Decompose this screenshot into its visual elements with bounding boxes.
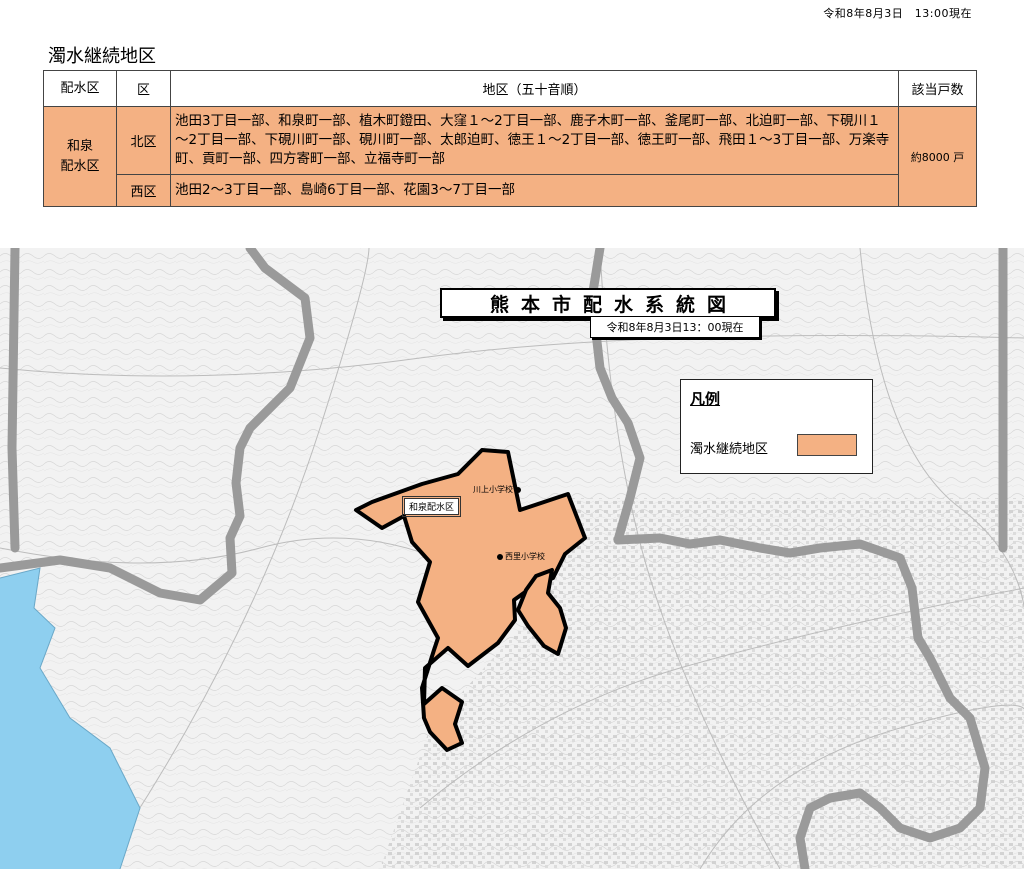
header-districts: 地区（五十音順） — [170, 70, 899, 107]
table-header-row: 配水区 区 地区（五十音順） 該当戸数 — [43, 70, 977, 107]
area-name-line1: 和泉 — [66, 138, 93, 154]
table-row: 和泉 配水区 北区 池田3丁目一部、和泉町一部、植木町鐙田、大窪１～2丁目一部、… — [43, 106, 977, 207]
district-label: 和泉配水区 — [401, 496, 462, 517]
legend-title: 凡例 — [690, 390, 721, 408]
school-name: 川上小学校 — [473, 485, 513, 494]
area-name-line2: 配水区 — [60, 158, 100, 174]
report-date: 令和8年8月3日 13:00現在 — [823, 7, 972, 20]
distribution-map[interactable]: 熊本市配水系統図 令和8年8月3日13：00現在 凡例 濁水継続地区 和泉配水区… — [0, 248, 1024, 869]
legend-swatch — [797, 434, 857, 456]
school-dot-icon — [497, 553, 503, 560]
school-name: 西里小学校 — [505, 552, 545, 561]
header-ward: 区 — [116, 70, 171, 107]
school-marker: 西里小学校 — [497, 551, 545, 562]
household-count-cell: 約8000 戸 — [898, 106, 977, 207]
table-row: 西区 池田2～3丁目一部、島崎6丁目一部、花園3～7丁目一部 — [44, 174, 977, 207]
section-title: 濁水継続地区 — [48, 46, 156, 67]
ward-cell: 西区 — [116, 174, 171, 207]
header-area: 配水区 — [43, 70, 117, 107]
map-title: 熊本市配水系統図 — [440, 288, 776, 318]
header-households: 該当戸数 — [898, 70, 977, 107]
map-legend: 凡例 濁水継続地区 — [680, 379, 873, 474]
ward-cell: 北区 — [116, 106, 171, 175]
districts-cell: 池田2～3丁目一部、島崎6丁目一部、花園3～7丁目一部 — [170, 174, 899, 207]
districts-cell: 池田3丁目一部、和泉町一部、植木町鐙田、大窪１～2丁目一部、鹿子木町一部、釜尾町… — [170, 106, 899, 175]
legend-label: 濁水継続地区 — [690, 442, 769, 457]
school-dot-icon — [515, 486, 521, 493]
affected-districts-table: 配水区 区 地区（五十音順） 該当戸数 和泉 配水区 北区 池田3丁目一部、和泉… — [43, 70, 977, 207]
area-name-cell: 和泉 配水区 — [43, 106, 117, 207]
map-date: 令和8年8月3日13：00現在 — [590, 316, 760, 338]
school-marker: 川上小学校 — [473, 484, 521, 495]
